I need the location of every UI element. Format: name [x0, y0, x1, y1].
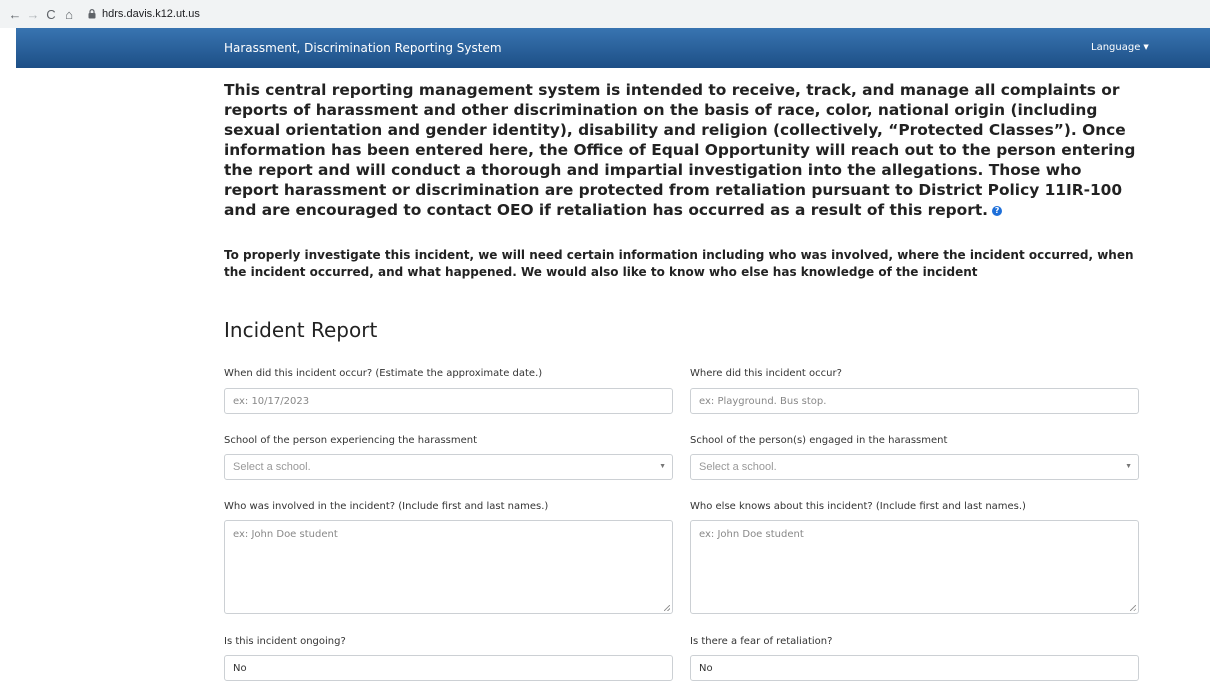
- knows-textarea[interactable]: ex: John Doe student: [690, 520, 1139, 614]
- retaliation-label: Is there a fear of retaliation?: [690, 636, 833, 647]
- involved-placeholder: ex: John Doe student: [233, 529, 338, 540]
- when-input[interactable]: ex: 10/17/2023: [224, 388, 673, 414]
- reload-icon[interactable]: C: [42, 7, 60, 22]
- school-experiencing-label: School of the person experiencing the ha…: [224, 435, 478, 446]
- app-navbar: Harassment, Discrimination Reporting Sys…: [16, 28, 1210, 68]
- knows-placeholder: ex: John Doe student: [699, 529, 804, 540]
- language-dropdown[interactable]: Language ▼: [1091, 42, 1149, 53]
- browser-toolbar: ← → C ⌂ hdrs.davis.k12.ut.us: [0, 0, 1210, 28]
- school-engaged-value: Select a school.: [699, 461, 777, 473]
- retaliation-select[interactable]: No: [690, 655, 1139, 681]
- where-placeholder: ex: Playground. Bus stop.: [699, 395, 827, 407]
- back-arrow-icon[interactable]: ←: [6, 7, 24, 22]
- chevron-down-icon: ▼: [1125, 463, 1132, 470]
- caret-down-icon: ▼: [1143, 43, 1149, 51]
- ongoing-select[interactable]: No: [224, 655, 673, 681]
- school-experiencing-select[interactable]: Select a school. ▼: [224, 454, 673, 480]
- resize-grip-icon[interactable]: [664, 605, 670, 611]
- knows-label: Who else knows about this incident? (Inc…: [690, 501, 1026, 512]
- chevron-down-icon: ▼: [659, 463, 666, 470]
- intro-paragraph: This central reporting management system…: [224, 80, 1139, 220]
- involved-textarea[interactable]: ex: John Doe student: [224, 520, 673, 614]
- app-title[interactable]: Harassment, Discrimination Reporting Sys…: [224, 41, 502, 55]
- home-icon[interactable]: ⌂: [60, 7, 78, 22]
- school-engaged-select[interactable]: Select a school. ▼: [690, 454, 1139, 480]
- help-icon[interactable]: ?: [992, 205, 1003, 216]
- intro-text: This central reporting management system…: [224, 81, 1136, 219]
- school-engaged-label: School of the person(s) engaged in the h…: [690, 435, 948, 446]
- address-bar-url[interactable]: hdrs.davis.k12.ut.us: [102, 8, 200, 20]
- when-label: When did this incident occur? (Estimate …: [224, 368, 543, 379]
- when-placeholder: ex: 10/17/2023: [233, 395, 310, 407]
- school-experiencing-value: Select a school.: [233, 461, 311, 473]
- language-label: Language: [1091, 42, 1141, 53]
- section-title: Incident Report: [224, 318, 378, 342]
- forward-arrow-icon[interactable]: →: [24, 7, 42, 22]
- ongoing-value: No: [233, 662, 247, 674]
- instructions-paragraph: To properly investigate this incident, w…: [224, 248, 1134, 279]
- involved-label: Who was involved in the incident? (Inclu…: [224, 501, 549, 512]
- retaliation-value: No: [699, 662, 713, 674]
- resize-grip-icon[interactable]: [1130, 605, 1136, 611]
- ongoing-label: Is this incident ongoing?: [224, 636, 346, 647]
- lock-icon: [88, 9, 96, 19]
- where-label: Where did this incident occur?: [690, 368, 842, 379]
- where-input[interactable]: ex: Playground. Bus stop.: [690, 388, 1139, 414]
